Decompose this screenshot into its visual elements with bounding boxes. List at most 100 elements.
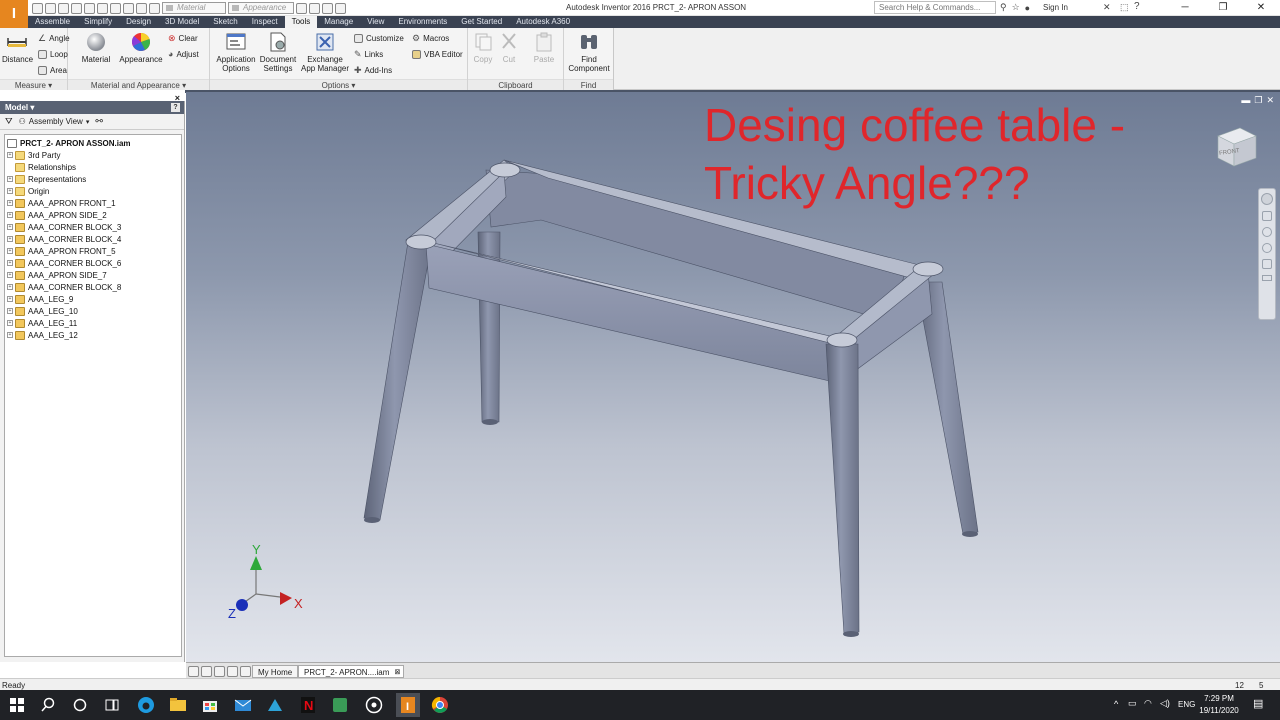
qat-more-icon[interactable] [335, 2, 346, 14]
tree-item[interactable]: +3rd Party [5, 149, 181, 161]
tab-assemble[interactable]: Assemble [28, 16, 77, 28]
expand-icon[interactable]: + [7, 272, 13, 278]
material-appearance-panel-title[interactable]: Material and Appearance ▾ [68, 79, 209, 90]
file-explorer-icon[interactable] [168, 695, 188, 715]
taskbar-clock[interactable]: 7:29 PM 19/11/2020 [1195, 693, 1243, 717]
tile-horizontal-icon[interactable] [188, 666, 199, 677]
inventor-logo[interactable]: I [0, 0, 28, 28]
exchange-icon[interactable]: ✕ [1103, 2, 1111, 13]
volume-icon[interactable]: ◁) [1160, 698, 1170, 709]
undo-icon[interactable] [71, 2, 82, 14]
tree-item[interactable]: + AAA_LEG_12 [5, 329, 181, 341]
help-icon[interactable]: ? [1134, 1, 1140, 12]
tab-get-started[interactable]: Get Started [454, 16, 509, 28]
maximize-icon[interactable]: ❐ [1204, 0, 1242, 16]
tab-view[interactable]: View [360, 16, 391, 28]
expand-icon[interactable]: + [7, 212, 13, 218]
copy-button[interactable]: Copy [470, 32, 496, 64]
tree-item[interactable]: + AAA_LEG_10 [5, 305, 181, 317]
document-list-icon[interactable] [240, 666, 251, 677]
appearance-button[interactable]: Appearance [118, 32, 164, 64]
tab-sketch[interactable]: Sketch [206, 16, 244, 28]
expand-icon[interactable]: + [7, 284, 13, 290]
vba-editor-button[interactable]: VBA Editor [412, 48, 463, 60]
table-leg-front-right[interactable] [825, 343, 860, 635]
pan-icon[interactable] [1262, 211, 1272, 221]
tree-item[interactable]: + AAA_APRON FRONT_5 [5, 245, 181, 257]
tab-environments[interactable]: Environments [391, 16, 454, 28]
expand-icon[interactable]: + [7, 308, 13, 314]
view-cube[interactable]: FRONT [1214, 122, 1260, 172]
tree-item[interactable]: +Relationships [5, 161, 181, 173]
tab-my-home[interactable]: My Home [252, 665, 299, 678]
help-search-input[interactable]: Search Help & Commands... [874, 1, 996, 14]
tab-inspect[interactable]: Inspect [245, 16, 285, 28]
document-settings-button[interactable]: Document Settings [258, 32, 298, 73]
expand-icon[interactable]: + [7, 176, 13, 182]
properties-icon[interactable] [149, 2, 160, 14]
autodesk-app-icon[interactable] [265, 695, 285, 715]
select-icon[interactable] [123, 2, 134, 14]
table-leg-back-right[interactable] [915, 281, 979, 535]
loop-button[interactable]: Loop [38, 48, 68, 60]
expand-icon[interactable]: + [7, 320, 13, 326]
sign-in-link[interactable]: Sign In [1043, 3, 1068, 12]
orbit-icon[interactable] [1262, 243, 1272, 253]
tab-3d-model[interactable]: 3D Model [158, 16, 206, 28]
application-options-button[interactable]: Application Options [214, 32, 258, 73]
wifi-icon[interactable]: ◠ [1144, 698, 1152, 709]
browser-help-icon[interactable]: ? [171, 103, 180, 112]
tree-item[interactable]: + AAA_CORNER BLOCK_8 [5, 281, 181, 293]
netflix-icon[interactable]: N [298, 695, 318, 715]
windows-start-icon[interactable] [7, 695, 27, 715]
tab-simplify[interactable]: Simplify [77, 16, 119, 28]
assembly-view-select[interactable]: ⚇ Assembly View ▾ [19, 117, 90, 126]
inventor-taskbar-icon[interactable]: I [396, 693, 420, 717]
expand-icon[interactable]: + [7, 224, 13, 230]
expand-icon[interactable]: + [7, 296, 13, 302]
find-component-button[interactable]: Find Component [566, 32, 612, 73]
measure-icon[interactable] [322, 2, 333, 14]
clear-button[interactable]: ⊗ Clear [168, 32, 198, 44]
exchange-app-manager-button[interactable]: Exchange App Manager [298, 32, 352, 73]
tree-item[interactable]: + AAA_APRON SIDE_7 [5, 269, 181, 281]
steering-wheel-icon[interactable] [1261, 193, 1273, 205]
model-browser-title[interactable]: Model ▾ [5, 103, 34, 112]
close-icon[interactable]: ✕ [1242, 0, 1280, 16]
arrange-icon[interactable] [227, 666, 238, 677]
search-icon[interactable] [38, 695, 58, 715]
redo-icon[interactable] [84, 2, 95, 14]
tree-item[interactable]: + Origin [5, 185, 181, 197]
tree-item[interactable]: + AAA_CORNER BLOCK_3 [5, 221, 181, 233]
chrome-icon[interactable] [430, 695, 450, 715]
material-select[interactable]: Material [162, 2, 226, 14]
mail-icon[interactable] [233, 695, 253, 715]
cart-icon[interactable]: ⬚ [1120, 2, 1129, 13]
graphics-viewport[interactable]: Desing coffee table - Tricky Angle??? ▬ ❐… [186, 92, 1280, 662]
tab-tools[interactable]: Tools [284, 16, 318, 28]
navbar-options-icon[interactable] [1262, 275, 1272, 281]
save-icon[interactable] [58, 2, 69, 14]
links-button[interactable]: ✎ Links [354, 48, 383, 60]
user-icon[interactable]: ● [1025, 3, 1030, 13]
expand-icon[interactable]: + [7, 152, 13, 158]
binoculars-icon[interactable]: ⚲ [1000, 2, 1007, 13]
measure-panel-title[interactable]: Measure ▾ [0, 79, 67, 90]
tree-item[interactable]: + AAA_LEG_9 [5, 293, 181, 305]
tree-item[interactable]: + AAA_CORNER BLOCK_4 [5, 233, 181, 245]
tab-manage[interactable]: Manage [317, 16, 360, 28]
app-icon-green[interactable] [330, 695, 350, 715]
update-icon[interactable] [110, 2, 121, 14]
new-file-icon[interactable] [32, 2, 43, 14]
cascade-icon[interactable] [214, 666, 225, 677]
paste-button[interactable]: Paste [530, 32, 558, 64]
area-button[interactable]: Area [38, 64, 67, 76]
obs-icon[interactable] [364, 695, 384, 715]
task-view-icon[interactable] [102, 695, 122, 715]
home-icon[interactable] [97, 2, 108, 14]
adjust-icon[interactable] [309, 2, 320, 14]
language-indicator[interactable]: ENG [1178, 700, 1195, 709]
expand-icon[interactable]: + [7, 188, 13, 194]
appearance-select[interactable]: Appearance [228, 2, 294, 14]
angle-button[interactable]: ∠ Angle [38, 32, 70, 44]
